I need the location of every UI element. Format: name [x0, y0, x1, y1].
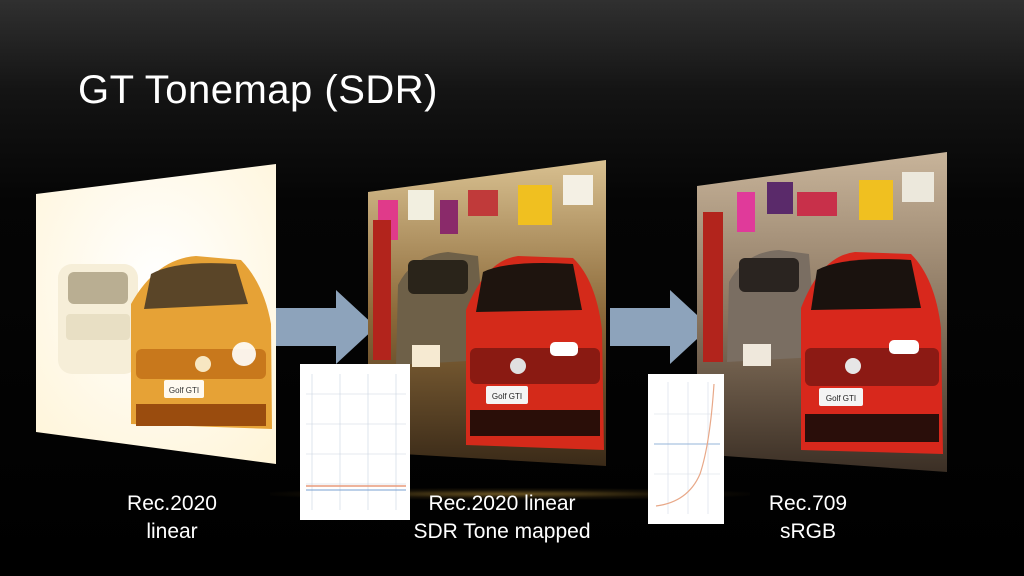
caption-line: Rec.2020 — [127, 492, 217, 515]
plate-text: Golf GTI — [826, 394, 856, 403]
image-panel-rec709-srgb: Golf GTI — [697, 152, 949, 474]
caption-line: sRGB — [779, 520, 836, 543]
curve-line — [655, 383, 715, 507]
caption-line: linear — [146, 520, 198, 543]
caption-line: SDR Tone mapped — [413, 520, 591, 543]
caption-line: Rec.709 — [768, 492, 848, 515]
caption-line: Rec.2020 linear — [428, 492, 576, 515]
plate-text: Golf GTI — [492, 392, 522, 401]
caption-rec2020-linear: Rec.2020 linear — [52, 490, 292, 546]
slide-title: GT Tonemap (SDR) — [78, 68, 438, 112]
plate-text: Golf GTI — [169, 386, 199, 395]
arrow-right-icon — [276, 290, 376, 364]
car-image-srgb: Golf GTI — [697, 152, 947, 472]
image-panel-rec2020-linear: Golf GTI — [36, 164, 278, 464]
car-image-overexposed: Golf GTI — [36, 164, 276, 464]
caption-rec709-srgb: Rec.709 sRGB — [688, 490, 928, 546]
caption-rec2020-tonemapped: Rec.2020 linear SDR Tone mapped — [382, 490, 622, 546]
arrow-right-icon — [610, 290, 710, 364]
